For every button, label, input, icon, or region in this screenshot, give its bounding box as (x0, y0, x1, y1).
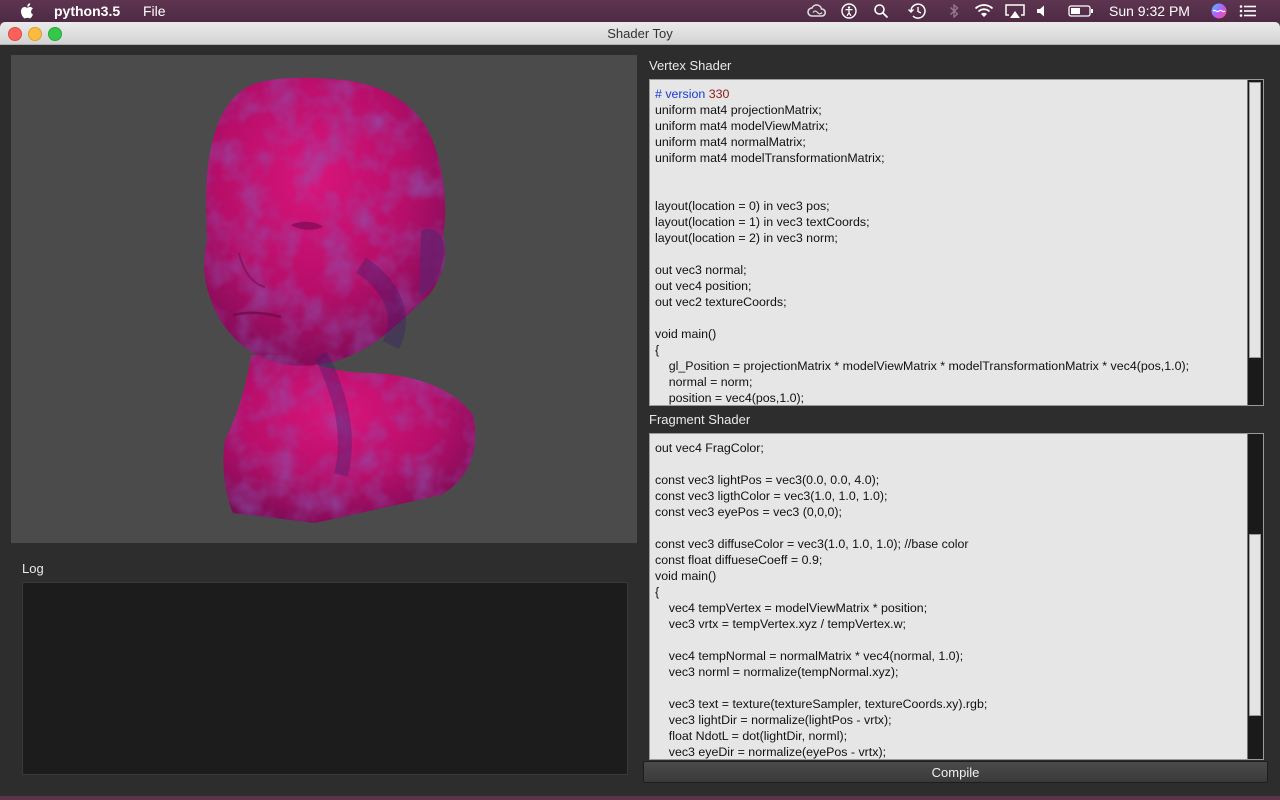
apple-menu-icon[interactable] (20, 2, 36, 20)
bluetooth-icon[interactable] (948, 3, 960, 19)
time-machine-icon[interactable] (907, 3, 927, 19)
vertex-shader-code-block: # version 330 uniform mat4 projectionMat… (650, 80, 1263, 405)
fragment-shader-code: out vec4 FragColor; const vec3 lightPos … (655, 441, 988, 759)
rendered-head-model (204, 77, 476, 523)
app-menu[interactable]: python3.5 (54, 3, 120, 19)
window-title: Shader Toy (607, 26, 673, 41)
vertex-shader-code: uniform mat4 projectionMatrix; uniform m… (655, 103, 1190, 405)
battery-icon[interactable] (1068, 3, 1094, 19)
log-output[interactable] (22, 582, 628, 775)
menu-bar: python3.5 File Sun 9:32 PM (0, 0, 1280, 22)
file-menu[interactable]: File (143, 3, 166, 19)
vertex-shader-scrollbar[interactable] (1247, 80, 1263, 405)
render-viewport[interactable] (11, 55, 637, 543)
accessibility-icon[interactable] (840, 3, 858, 19)
fragment-shader-editor[interactable]: out vec4 FragColor; const vec3 lightPos … (649, 433, 1264, 760)
airplay-icon[interactable] (1004, 3, 1026, 19)
fragment-shader-label: Fragment Shader (649, 412, 751, 427)
log-label: Log (22, 561, 44, 576)
search-icon[interactable] (873, 3, 889, 19)
fragment-shader-scrollbar[interactable] (1247, 434, 1263, 759)
wifi-icon[interactable] (973, 3, 995, 19)
vertex-shader-label: Vertex Shader (649, 58, 732, 73)
window-titlebar[interactable]: Shader Toy (0, 22, 1280, 45)
siri-icon[interactable] (1210, 3, 1228, 19)
version-number: 330 (708, 87, 730, 101)
compile-button[interactable]: Compile (643, 761, 1268, 783)
vertex-shader-scroll-thumb[interactable] (1249, 82, 1261, 358)
shader-toy-window: Shader Toy Log Vertex Shader # version 3… (0, 22, 1280, 796)
menu-clock[interactable]: Sun 9:32 PM (1109, 3, 1190, 19)
version-directive: # version (655, 87, 706, 101)
vertex-shader-editor[interactable]: # version 330 uniform mat4 projectionMat… (649, 79, 1264, 406)
volume-icon[interactable] (1035, 3, 1051, 19)
head-shape (204, 77, 476, 523)
fragment-shader-scroll-thumb[interactable] (1249, 534, 1261, 716)
notification-center-icon[interactable] (1238, 3, 1258, 19)
creative-cloud-icon[interactable] (806, 3, 828, 19)
